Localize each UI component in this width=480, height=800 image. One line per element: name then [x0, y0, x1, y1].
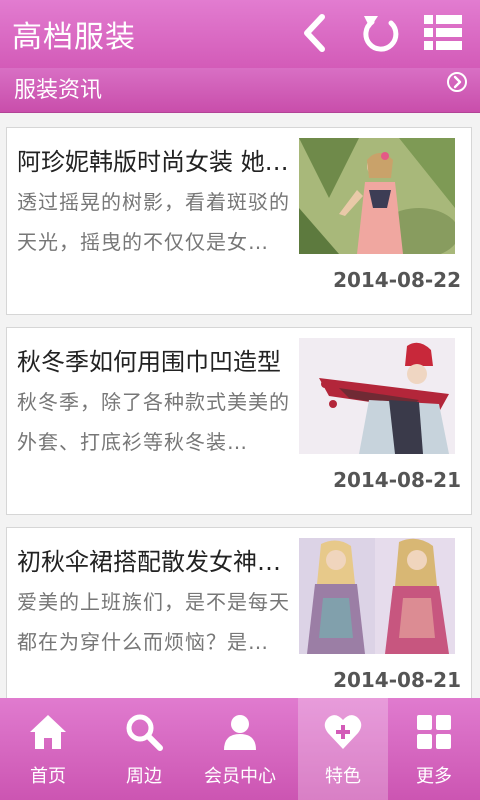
heart-plus-icon	[324, 715, 362, 749]
nav-label: 会员中心	[204, 766, 276, 787]
refresh-icon[interactable]	[358, 10, 404, 56]
app-title: 高档服装	[12, 20, 136, 55]
nav-label: 特色	[325, 766, 361, 787]
article-card[interactable]: 阿珍妮韩版时尚女装 她… 透过摇晃的树影，看着斑驳的天光，摇曳的不仅仅是女… 2…	[6, 127, 472, 315]
article-thumbnail	[299, 138, 455, 254]
article-title: 初秋伞裙搭配散发女神…	[17, 548, 281, 576]
article-date: 2014-08-21	[333, 468, 461, 492]
bottom-nav: 首页 周边 会员中心 特色 更多	[0, 698, 480, 800]
article-title: 阿珍妮韩版时尚女装 她…	[17, 148, 289, 176]
article-card[interactable]: 秋冬季如何用围巾凹造型 秋冬季，除了各种款式美美的外套、打底衫等秋冬装… 201…	[6, 327, 472, 515]
article-summary: 透过摇晃的树影，看着斑驳的天光，摇曳的不仅仅是女…	[17, 190, 290, 254]
back-arrow-icon[interactable]	[292, 10, 338, 56]
article-date: 2014-08-22	[333, 268, 461, 292]
top-bar: 高档服装	[0, 0, 480, 68]
home-icon	[30, 715, 66, 749]
article-date: 2014-08-21	[333, 668, 461, 692]
nav-item-featured[interactable]: 特色	[298, 698, 388, 800]
nav-label: 周边	[126, 766, 162, 787]
article-summary: 秋冬季，除了各种款式美美的外套、打底衫等秋冬装…	[17, 390, 290, 454]
section-title: 服装资讯	[14, 78, 103, 103]
article-title: 秋冬季如何用围巾凹造型	[17, 348, 281, 376]
section-bar[interactable]: 服装资讯	[0, 68, 480, 113]
search-icon	[126, 714, 163, 751]
grid-icon	[417, 715, 451, 749]
nav-label: 首页	[30, 766, 66, 787]
article-summary: 爱美的上班族们，是不是每天都在为穿什么而烦恼？是…	[17, 590, 290, 654]
article-thumbnail	[299, 538, 455, 654]
nav-item-member-center[interactable]: 会员中心	[192, 698, 288, 800]
article-card[interactable]: 初秋伞裙搭配散发女神… 爱美的上班族们，是不是每天都在为穿什么而烦恼？是… 20…	[6, 527, 472, 698]
nav-label: 更多	[416, 766, 452, 787]
nav-item-more[interactable]: 更多	[388, 698, 480, 800]
chevron-right-circle-icon[interactable]	[446, 71, 468, 93]
nav-item-home[interactable]: 首页	[0, 698, 96, 800]
article-list: 阿珍妮韩版时尚女装 她… 透过摇晃的树影，看着斑驳的天光，摇曳的不仅仅是女… 2…	[0, 113, 480, 698]
article-thumbnail	[299, 338, 455, 454]
user-icon	[224, 715, 256, 750]
list-menu-icon[interactable]	[420, 10, 466, 56]
nav-item-nearby[interactable]: 周边	[96, 698, 192, 800]
